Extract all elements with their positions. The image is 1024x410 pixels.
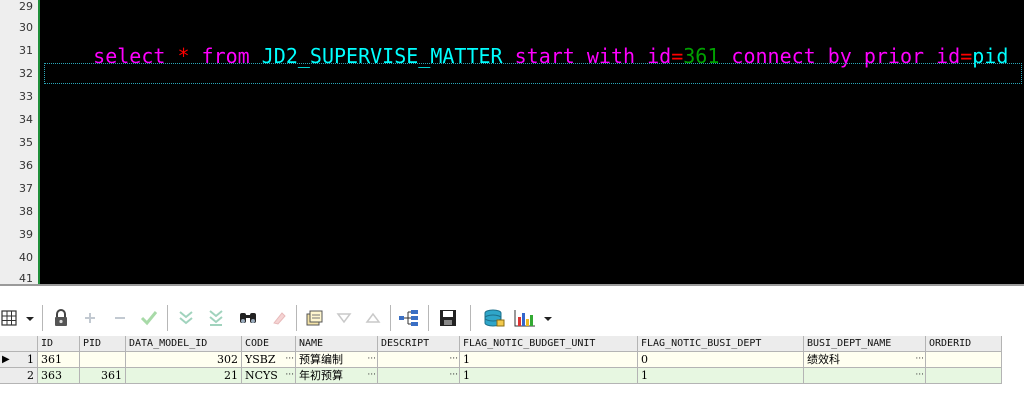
- lock-icon[interactable]: [50, 308, 72, 328]
- cell-edit-button[interactable]: ···: [915, 368, 924, 383]
- line-number: 37: [19, 182, 33, 195]
- cell-pid[interactable]: 361: [80, 368, 126, 384]
- cell-edit-button[interactable]: ···: [449, 368, 458, 383]
- cell-code[interactable]: NCYS ···: [242, 368, 296, 384]
- cell-busi-dept-name[interactable]: ···: [804, 368, 926, 384]
- column-header[interactable]: DATA_MODEL_ID: [126, 336, 242, 352]
- column-header[interactable]: DESCRIPT: [378, 336, 460, 352]
- line-number: 30: [19, 21, 33, 34]
- cell-id[interactable]: 361: [38, 352, 80, 368]
- cell-data-model-id[interactable]: 302: [126, 352, 242, 368]
- cell-pid[interactable]: [80, 352, 126, 368]
- cell-flag-notic-busi-dept[interactable]: 1: [638, 368, 804, 384]
- line-number-gutter: 29 30 31 32 33 34 35 36 37 38 39 40 41: [0, 0, 38, 284]
- sql-statement[interactable]: select * from JD2_SUPERVISE_MATTER start…: [45, 14, 1008, 68]
- toolbar-separator: [42, 305, 43, 331]
- gutter-separator: [38, 0, 40, 284]
- move-down-icon[interactable]: [175, 308, 197, 328]
- cell-edit-button[interactable]: ···: [285, 352, 294, 367]
- column-header[interactable]: ORDERID: [926, 336, 1002, 352]
- toolbar-separator: [428, 305, 429, 331]
- clear-icon[interactable]: [268, 308, 290, 328]
- line-number: 33: [19, 90, 33, 103]
- line-number: 29: [19, 0, 33, 13]
- cell-name-text: 预算编制: [299, 353, 343, 366]
- table-row[interactable]: 2 363 361 21 NCYS ··· 年初预算 ··· ··· 1 1 ···: [0, 368, 1002, 384]
- cell-edit-button[interactable]: ···: [285, 368, 294, 383]
- sql-editor[interactable]: 29 30 31 32 33 34 35 36 37 38 39 40 41 s…: [0, 0, 1024, 284]
- line-number: 34: [19, 113, 33, 126]
- cell-busi-dept-name-text: 绩效科: [807, 353, 840, 366]
- cell-descript[interactable]: ···: [378, 368, 460, 384]
- row-number: 1: [27, 353, 34, 366]
- row-indicator-header: [0, 336, 38, 352]
- add-icon[interactable]: [80, 308, 100, 328]
- cell-name[interactable]: 预算编制 ···: [296, 352, 378, 368]
- editor-splitter[interactable]: [0, 284, 1024, 286]
- result-grid: ID PID DATA_MODEL_ID CODE NAME DESCRIPT …: [0, 336, 1024, 386]
- cell-edit-button[interactable]: ···: [367, 368, 376, 383]
- cell-orderid[interactable]: [926, 368, 1002, 384]
- cell-data-model-id[interactable]: 21: [126, 368, 242, 384]
- cell-flag-notic-budget-unit[interactable]: 1: [460, 368, 638, 384]
- cell-name-text: 年初预算: [299, 369, 343, 382]
- move-last-icon[interactable]: [205, 308, 227, 328]
- check-icon[interactable]: [138, 308, 160, 328]
- database-icon[interactable]: [482, 308, 506, 328]
- line-number: 41: [19, 272, 33, 284]
- line-number: 38: [19, 205, 33, 218]
- export-icon[interactable]: [303, 308, 325, 328]
- cell-id[interactable]: 363: [38, 368, 80, 384]
- cell-code-text: NCYS: [245, 369, 278, 382]
- cell-edit-button[interactable]: ···: [915, 352, 924, 367]
- line-number: 39: [19, 228, 33, 241]
- column-header[interactable]: NAME: [296, 336, 378, 352]
- column-header[interactable]: FLAG_NOTIC_BUDGET_UNIT: [460, 336, 638, 352]
- line-number: 40: [19, 251, 33, 264]
- row-indicator[interactable]: ▶ 1: [0, 352, 38, 368]
- line-number: 35: [19, 136, 33, 149]
- column-header[interactable]: FLAG_NOTIC_BUSI_DEPT: [638, 336, 804, 352]
- line-number: 31: [19, 44, 33, 57]
- cell-flag-notic-busi-dept[interactable]: 0: [638, 352, 804, 368]
- cell-orderid[interactable]: [926, 352, 1002, 368]
- table-row[interactable]: ▶ 1 361 302 YSBZ ··· 预算编制 ··· ··· 1 0 绩效科 ·…: [0, 352, 1002, 368]
- cell-edit-button[interactable]: ···: [367, 352, 376, 367]
- toolbar-separator: [390, 305, 391, 331]
- chart-icon[interactable]: [512, 308, 556, 328]
- toolbar-separator: [296, 305, 297, 331]
- line-number: 36: [19, 159, 33, 172]
- sort-desc-icon[interactable]: [333, 308, 355, 328]
- cell-name[interactable]: 年初预算 ···: [296, 368, 378, 384]
- save-icon[interactable]: [437, 308, 459, 328]
- cell-edit-button[interactable]: ···: [449, 352, 458, 367]
- find-icon[interactable]: [237, 308, 259, 328]
- column-header[interactable]: CODE: [242, 336, 296, 352]
- grid-header-row: ID PID DATA_MODEL_ID CODE NAME DESCRIPT …: [0, 336, 1002, 352]
- grid-toolbar: [0, 300, 1024, 336]
- tree-icon[interactable]: [397, 308, 421, 328]
- cell-flag-notic-budget-unit[interactable]: 1: [460, 352, 638, 368]
- cell-busi-dept-name[interactable]: 绩效科 ···: [804, 352, 926, 368]
- sort-asc-icon[interactable]: [362, 308, 384, 328]
- current-row-arrow-icon: ▶: [2, 354, 10, 365]
- cell-code[interactable]: YSBZ ···: [242, 352, 296, 368]
- cell-descript[interactable]: ···: [378, 352, 460, 368]
- current-line-highlight[interactable]: [44, 63, 1022, 84]
- remove-icon[interactable]: [110, 308, 130, 328]
- toolbar-separator: [167, 305, 168, 331]
- column-header[interactable]: ID: [38, 336, 80, 352]
- cell-code-text: YSBZ: [245, 353, 276, 366]
- line-number: 32: [19, 67, 33, 80]
- grid-menu-icon[interactable]: [0, 308, 38, 328]
- column-header[interactable]: BUSI_DEPT_NAME: [804, 336, 926, 352]
- toolbar-separator: [470, 305, 471, 331]
- column-header[interactable]: PID: [80, 336, 126, 352]
- row-indicator[interactable]: 2: [0, 368, 38, 384]
